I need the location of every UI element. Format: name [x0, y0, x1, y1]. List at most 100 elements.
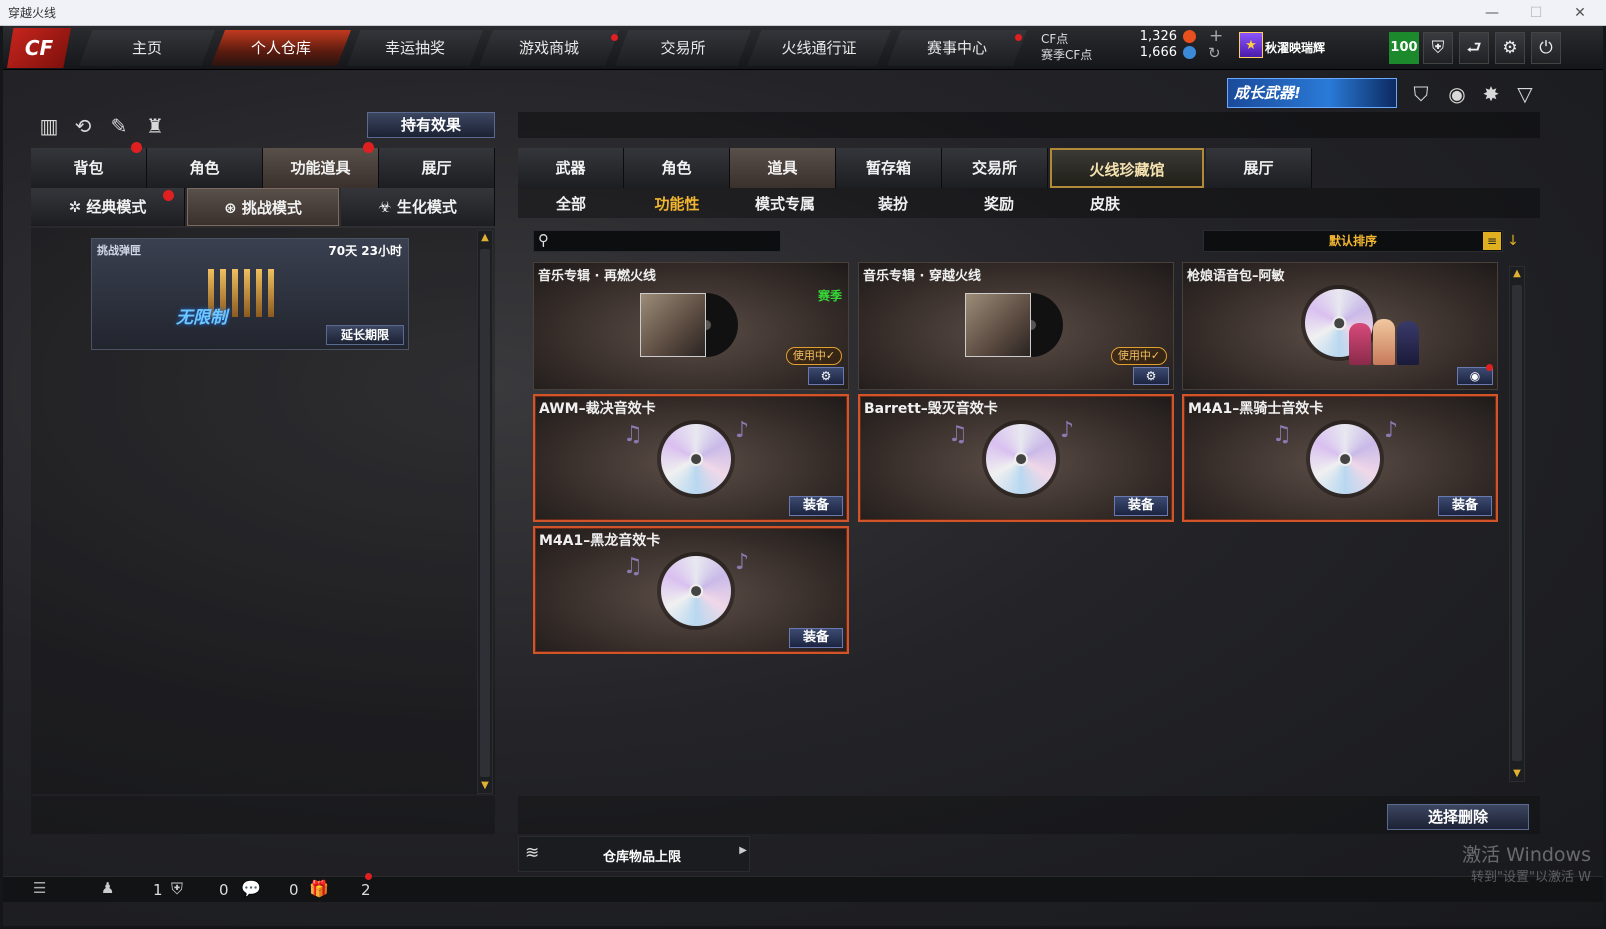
item-card-album-crossfire[interactable]: 音乐专辑 · 穿越火线 使用中✓ ⚙: [858, 262, 1174, 390]
cf-points-label: CF点: [1041, 32, 1069, 46]
tab-showroom[interactable]: 展厅: [1206, 148, 1312, 188]
gift-icon[interactable]: 🎁: [309, 879, 329, 898]
v-logo-icon[interactable]: ▽: [1511, 80, 1539, 108]
expand-arrow-icon[interactable]: ▶: [739, 845, 747, 856]
item-card-m4a1-dragon-sound[interactable]: M4A1–黑龙音效卡 ♫ ♪ 装备: [533, 526, 849, 654]
mode-biochemical[interactable]: ☣ 生化模式: [341, 188, 495, 226]
tab-props[interactable]: 道具: [730, 148, 836, 188]
subtab-functional[interactable]: 功能性: [624, 190, 730, 218]
tab-backpack[interactable]: 背包: [31, 148, 147, 188]
nav-tab-events[interactable]: 赛事中心: [887, 30, 1027, 66]
subtab-all[interactable]: 全部: [518, 190, 624, 218]
scroll-down-icon[interactable]: ▼: [478, 779, 492, 793]
medal-icon[interactable]: ✸: [1477, 80, 1505, 108]
friends-icon[interactable]: ♟: [101, 879, 114, 897]
subtab-dressup[interactable]: 装扮: [840, 190, 946, 218]
item-title: M4A1–黑龙音效卡: [539, 533, 661, 549]
hold-effect-button[interactable]: 持有效果: [367, 112, 495, 138]
mode-classic[interactable]: ✲ 经典模式: [31, 188, 185, 226]
item-settings-button[interactable]: ⚙: [808, 367, 844, 385]
scroll-down-icon[interactable]: ▼: [1510, 767, 1524, 781]
return-icon[interactable]: ⮐: [1459, 32, 1489, 64]
nav-tab-personal-warehouse[interactable]: 个人仓库: [211, 30, 351, 66]
sort-order-icon[interactable]: ↓: [1505, 232, 1521, 250]
cf-logo[interactable]: CF: [7, 28, 71, 68]
item-card-album-reignite[interactable]: 音乐专辑 · 再燃火线 赛季 使用中✓ ⚙: [533, 262, 849, 390]
window-title: 穿越火线: [0, 0, 1606, 26]
spray-icon[interactable]: ✎: [105, 112, 133, 140]
tab-exchange[interactable]: 交易所: [942, 148, 1048, 188]
left-scrollbar[interactable]: ▲ ▼: [477, 230, 493, 794]
item-settings-button[interactable]: ⚙: [1133, 367, 1169, 385]
maximize-icon[interactable]: ☐: [1514, 0, 1558, 26]
search-icon: ⚲: [538, 231, 549, 249]
box-title: 挑战弹匣: [97, 244, 141, 257]
gift-count: 2: [361, 881, 371, 899]
mode-challenge[interactable]: ⊛ 挑战模式: [187, 188, 339, 226]
left-footer: [31, 796, 495, 834]
voice-pack-notify-dot: [1486, 364, 1493, 371]
music-note-icon: ♫: [948, 422, 968, 447]
nav-tab-game-store[interactable]: 游戏商城: [479, 30, 619, 66]
season-cf-points-value: 1,666: [1139, 45, 1177, 60]
add-points-icon[interactable]: +: [1209, 26, 1223, 46]
mode-label: 挑战模式: [241, 199, 302, 217]
bag-icon[interactable]: ♜: [141, 112, 169, 140]
equip-button[interactable]: 装备: [789, 628, 843, 648]
subtab-skins[interactable]: 皮肤: [1052, 190, 1158, 218]
tab-collection-hall[interactable]: 火线珍藏馆: [1050, 148, 1204, 188]
scroll-track[interactable]: [480, 249, 490, 777]
storage-limit-label: 仓库物品上限: [603, 850, 682, 865]
nav-tab-battle-pass[interactable]: 火线通行证: [747, 30, 891, 66]
rank-badge-icon[interactable]: ★: [1239, 32, 1263, 58]
item-card-awm-sound[interactable]: AWM–裁决音效卡 ♫ ♪ 装备: [533, 394, 849, 522]
menu-list-icon[interactable]: ☰: [33, 879, 46, 897]
tab-stash[interactable]: 暂存箱: [836, 148, 942, 188]
close-icon[interactable]: ✕: [1558, 0, 1602, 26]
scroll-track[interactable]: [1512, 285, 1522, 761]
chat-icon[interactable]: 💬: [241, 879, 261, 898]
storage-limit-bar[interactable]: ≋ 仓库物品上限 ▶: [518, 836, 750, 872]
sound-card-disc: [661, 556, 731, 626]
refresh-icon[interactable]: ↻: [1208, 44, 1221, 62]
username[interactable]: 秋濯映瑞辉: [1265, 39, 1325, 56]
challenge-box-card[interactable]: 挑战弹匣 70天 23小时 无限制 延长期限: [91, 238, 409, 350]
clan-shield-icon[interactable]: ⛨: [171, 879, 183, 899]
list-view-icon[interactable]: ≡: [1483, 232, 1501, 250]
tab-character-left[interactable]: 角色: [147, 148, 263, 188]
growth-weapon-banner[interactable]: 成长武器!: [1227, 78, 1397, 108]
nav-tab-lucky-draw[interactable]: 幸运抽奖: [347, 30, 483, 66]
sort-label: 默认排序: [1328, 234, 1377, 248]
item-card-barrett-sound[interactable]: Barrett–毁灭音效卡 ♫ ♪ 装备: [858, 394, 1174, 522]
stats-icon[interactable]: ▥: [35, 112, 63, 140]
tab-showroom-left[interactable]: 展厅: [379, 148, 495, 188]
sort-dropdown[interactable]: 默认排序: [1203, 230, 1503, 252]
scroll-up-icon[interactable]: ▲: [1510, 267, 1524, 281]
item-card-m4a1-knight-sound[interactable]: M4A1–黑骑士音效卡 ♫ ♪ 装备: [1182, 394, 1498, 522]
level-badge: 100: [1389, 32, 1419, 64]
select-delete-button[interactable]: 选择删除: [1387, 804, 1529, 830]
power-icon[interactable]: ⏻: [1531, 32, 1561, 64]
extend-period-button[interactable]: 延长期限: [326, 325, 404, 345]
subtab-rewards[interactable]: 奖励: [946, 190, 1052, 218]
tab-weapons[interactable]: 武器: [518, 148, 624, 188]
shield-icon[interactable]: ⛨: [1423, 32, 1453, 64]
equip-button[interactable]: 装备: [789, 496, 843, 516]
scroll-up-icon[interactable]: ▲: [478, 231, 492, 245]
nav-tab-home[interactable]: 主页: [79, 30, 215, 66]
gear-icon[interactable]: ⚙: [1495, 32, 1525, 64]
equip-button[interactable]: 装备: [1114, 496, 1168, 516]
search-input[interactable]: ⚲: [533, 230, 781, 252]
tab-character[interactable]: 角色: [624, 148, 730, 188]
subtab-mode-exclusive[interactable]: 模式专属: [730, 190, 840, 218]
right-scrollbar[interactable]: ▲ ▼: [1509, 266, 1525, 782]
globe-icon[interactable]: ◉: [1443, 80, 1471, 108]
tab-functional-items[interactable]: 功能道具: [263, 148, 379, 188]
nav-tab-exchange[interactable]: 交易所: [615, 30, 751, 66]
item-card-voice-pack[interactable]: 枪娘语音包–阿敏 ◉: [1182, 262, 1498, 390]
shield-emblem-icon[interactable]: ⛉: [1407, 80, 1435, 108]
equip-button[interactable]: 装备: [1438, 496, 1492, 516]
history-icon[interactable]: ⟲: [69, 112, 97, 140]
functional-alert-icon: [363, 142, 374, 153]
minimize-icon[interactable]: —: [1470, 0, 1514, 26]
